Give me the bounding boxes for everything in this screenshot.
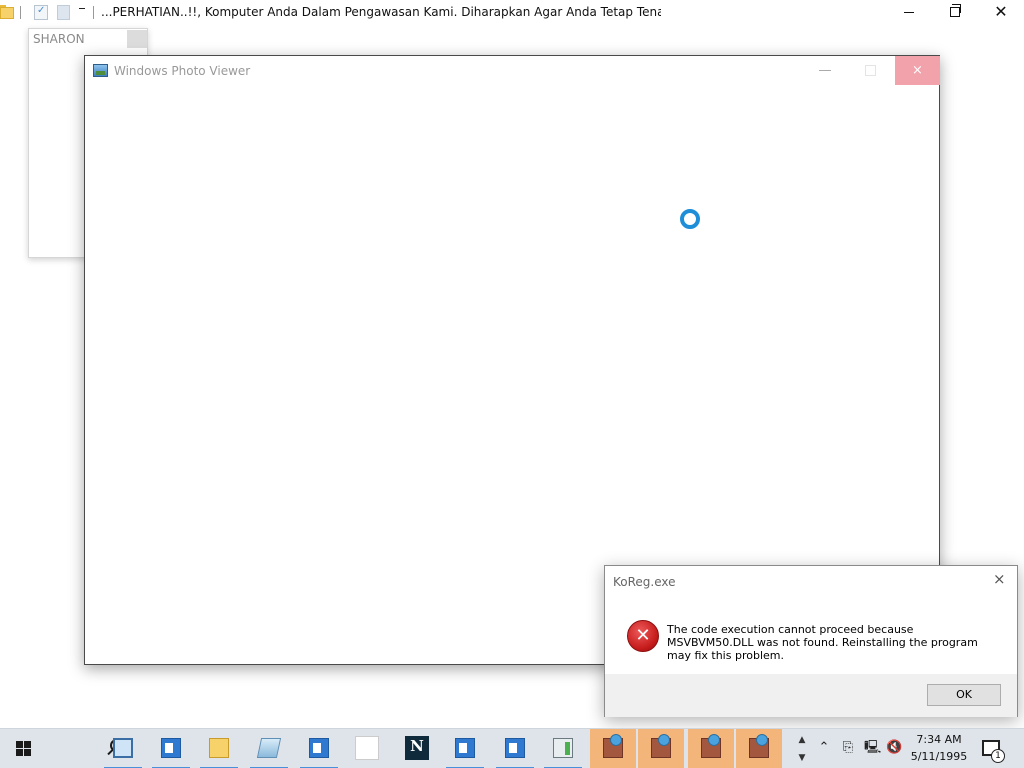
start-button[interactable] [0, 729, 46, 768]
app-window-icon [505, 738, 525, 758]
loading-spinner-icon [680, 209, 700, 229]
taskbar-scroll-buttons[interactable]: ▲ ▼ [794, 731, 810, 767]
folder-icon [209, 738, 229, 758]
photo-viewer-titlebar[interactable]: Windows Photo Viewer × [85, 56, 940, 86]
package-icon [651, 734, 671, 758]
app-window-icon [309, 738, 329, 758]
photo-viewer-close-button[interactable]: × [895, 56, 940, 85]
computer-icon [113, 738, 133, 758]
package-icon [749, 734, 769, 758]
sharon-window-title: SHARON [33, 32, 85, 46]
new-folder-icon[interactable] [57, 5, 70, 20]
scroll-down-icon[interactable]: ▼ [794, 749, 810, 767]
photo-viewer-minimize-button[interactable] [819, 70, 831, 71]
volume-muted-icon[interactable]: 🔇 [886, 740, 902, 756]
error-icon: ✕ [627, 620, 659, 652]
explorer-titlebar: ...PERHATIAN..!!, Komputer Anda Dalam Pe… [0, 0, 1024, 26]
photo-viewer-maximize-button[interactable] [865, 65, 876, 76]
taskbar-app-netscape[interactable]: N [394, 729, 440, 768]
minimize-button[interactable] [886, 0, 932, 24]
taskbar-app-registry[interactable] [540, 729, 586, 768]
close-button[interactable]: ✕ [978, 0, 1024, 24]
taskbar-app-window-3[interactable] [442, 729, 488, 768]
error-dialog-footer: OK [605, 674, 1017, 717]
taskbar-app-koreg-4[interactable] [736, 729, 782, 768]
scroll-up-icon[interactable]: ▲ [794, 731, 810, 749]
drive-icon [256, 738, 282, 758]
error-message: The code execution cannot proceed becaus… [667, 623, 978, 662]
error-dialog-close-icon[interactable]: × [993, 570, 1006, 588]
show-hidden-icons-chevron-icon[interactable]: ⌃ [816, 740, 832, 756]
taskbar-app-koreg-3[interactable] [688, 729, 734, 768]
restore-icon [950, 4, 961, 17]
search-button[interactable] [48, 729, 123, 768]
taskbar-app-window-2[interactable] [296, 729, 342, 768]
photo-viewer-title: Windows Photo Viewer [114, 64, 251, 78]
error-dialog-title: KoReg.exe [613, 575, 676, 589]
registry-editor-icon [553, 738, 573, 758]
photo-viewer-app-icon [93, 64, 108, 77]
explorer-window-title: ...PERHATIAN..!!, Komputer Anda Dalam Pe… [101, 5, 661, 19]
app-window-icon [455, 738, 475, 758]
properties-icon[interactable] [34, 5, 48, 20]
taskbar-app-window-1[interactable] [148, 729, 194, 768]
taskbar-app-koreg-2[interactable] [638, 729, 684, 768]
clock-time[interactable]: 7:34 AM [908, 733, 970, 746]
minimize-icon [904, 11, 914, 13]
notification-count-badge: 1 [991, 749, 1005, 763]
taskbar-app-blank[interactable] [344, 729, 390, 768]
taskbar-app-folder[interactable] [196, 729, 242, 768]
package-icon [701, 734, 721, 758]
taskbar: N ▲ ▼ ⌃ ⎘ 🖳 🔇 7:34 AM 5/11/1995 1 [0, 728, 1024, 768]
blank-document-icon [355, 736, 379, 760]
title-separator [93, 6, 94, 19]
network-icon[interactable]: 🖳 [864, 740, 881, 756]
app-window-icon [161, 738, 181, 758]
package-icon [603, 734, 623, 758]
restore-button[interactable] [932, 0, 978, 24]
close-icon: ✕ [994, 2, 1008, 21]
error-dialog[interactable]: KoReg.exe × ✕ The code execution cannot … [604, 565, 1018, 717]
ok-button[interactable]: OK [927, 684, 1001, 706]
taskbar-app-explorer-computer[interactable] [100, 729, 146, 768]
customize-quick-access-icon[interactable] [76, 5, 88, 19]
taskbar-app-koreg-1[interactable] [590, 729, 636, 768]
taskbar-app-window-4[interactable] [492, 729, 538, 768]
netscape-icon: N [405, 736, 429, 760]
windows-logo-icon [16, 741, 32, 757]
folder-icon[interactable] [0, 5, 14, 19]
taskbar-app-drive[interactable] [246, 729, 292, 768]
quick-access-separator [20, 6, 21, 19]
clock-date[interactable]: 5/11/1995 [908, 750, 970, 763]
sharon-window-button[interactable] [127, 30, 147, 48]
meet-now-icon[interactable]: ⎘ [840, 740, 856, 756]
